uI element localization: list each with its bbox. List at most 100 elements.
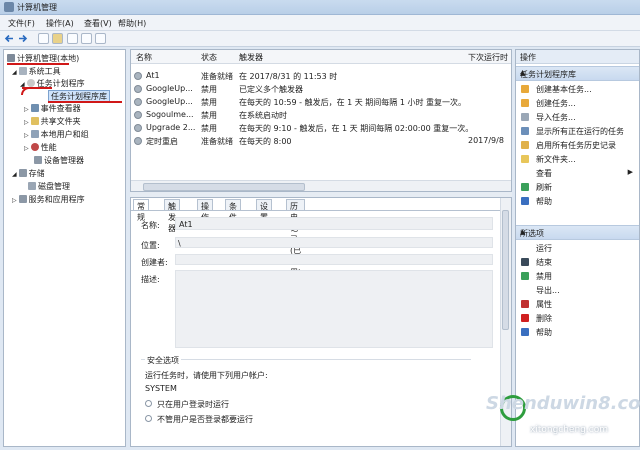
- running-tasks-icon: [521, 127, 529, 135]
- scrollbar-thumb[interactable]: [502, 210, 509, 330]
- help-toolbar-icon[interactable]: [81, 33, 92, 44]
- radio-run-when-logged-on-label: 只在用户登录时运行: [157, 400, 229, 409]
- column-header-next-run[interactable]: 下次运行时: [468, 52, 508, 63]
- table-row[interactable]: 定时重启 准备就绪 在每天的 8:00 2017/9/8: [131, 135, 511, 147]
- watermark-main: Shenduwin8.com: [486, 393, 640, 414]
- title-bar: 计算机管理: [0, 0, 640, 15]
- event-viewer-icon: [30, 104, 39, 112]
- radio-run-when-logged-on[interactable]: [145, 400, 152, 407]
- security-options-section: [141, 359, 471, 360]
- radio-run-whether-logged-on-label: 不管用户是否登录都要运行: [157, 415, 253, 424]
- table-row[interactable]: At1 准备就绪 在 2017/8/31 的 11:53 时: [131, 70, 511, 82]
- action-item-export[interactable]: 导出...: [516, 284, 639, 296]
- actions-header: 操作: [516, 50, 639, 64]
- tab-settings[interactable]: 设置: [256, 199, 272, 222]
- action-item-view[interactable]: 查看 ▶: [516, 167, 639, 179]
- menu-action[interactable]: 操作(A): [46, 18, 74, 29]
- action-item-new-folder[interactable]: 新文件夹...: [516, 153, 639, 165]
- navigation-tree: 计算机管理(本地) ◢ 系统工具 ◢ 任务计划程序 任务计划程序库 ▷ 事件查看器 ▷…: [3, 49, 126, 447]
- action-item-label: 创建任务...: [536, 99, 576, 108]
- column-header-name[interactable]: 名称: [136, 52, 152, 63]
- action-item-running-tasks[interactable]: 显示所有正在运行的任务: [516, 125, 639, 137]
- name-field[interactable]: At1: [175, 217, 493, 230]
- collapse-icon[interactable]: ▲: [520, 228, 634, 236]
- toolbar: [0, 31, 640, 47]
- action-item-run[interactable]: 运行: [516, 242, 639, 254]
- tab-actions[interactable]: 操作: [197, 199, 213, 222]
- action-item-label: 新文件夹...: [536, 155, 576, 164]
- menu-view[interactable]: 查看(V): [84, 18, 112, 29]
- action-item-label: 启用所有任务历史记录: [536, 141, 616, 150]
- show-hide-tree-icon[interactable]: [52, 33, 63, 44]
- task-icon: [134, 85, 142, 93]
- action-item-label: 帮助: [536, 197, 552, 206]
- table-row[interactable]: GoogleUp... 禁用 已定义多个触发器: [131, 83, 511, 95]
- horizontal-scrollbar[interactable]: [131, 180, 511, 191]
- create-task-icon: [521, 99, 529, 107]
- action-item-label: 显示所有正在运行的任务: [536, 127, 624, 136]
- action-item-refresh[interactable]: 刷新: [516, 181, 639, 193]
- tree-item-event-viewer[interactable]: ▷ 事件查看器: [24, 103, 81, 114]
- scrollbar-thumb[interactable]: [143, 183, 305, 191]
- export-icon: [521, 286, 529, 294]
- collapse-icon[interactable]: ▲: [520, 69, 634, 77]
- back-icon[interactable]: [4, 33, 15, 44]
- action-item-create-basic-task[interactable]: 创建基本任务...: [516, 83, 639, 95]
- table-row[interactable]: Upgrade 2... 禁用 在每天的 9:10 - 触发后，在 1 天 期间…: [131, 122, 511, 134]
- author-field[interactable]: [175, 254, 493, 265]
- location-field[interactable]: \: [175, 237, 493, 248]
- menu-help[interactable]: 帮助(H): [118, 18, 146, 29]
- forward-icon[interactable]: [17, 33, 28, 44]
- actions-group-library[interactable]: 任务计划程序库 ▲: [516, 66, 639, 81]
- action-item-help[interactable]: 帮助: [516, 326, 639, 338]
- action-item-history[interactable]: 启用所有任务历史记录: [516, 139, 639, 151]
- action-item-end[interactable]: 结束: [516, 256, 639, 268]
- action-item-label: 导入任务...: [536, 113, 576, 122]
- action-item-import-task[interactable]: 导入任务...: [516, 111, 639, 123]
- tab-history[interactable]: 历史记录(已禁用): [286, 199, 306, 277]
- action-item-properties[interactable]: 属性: [516, 298, 639, 310]
- computer-icon: [7, 54, 15, 62]
- action-item-label: 删除: [536, 314, 552, 323]
- tree-item-performance[interactable]: ▷ 性能: [24, 142, 57, 153]
- tree-item-storage[interactable]: ◢ 存储: [12, 168, 45, 179]
- tab-triggers[interactable]: 触发器: [164, 199, 180, 233]
- task-detail-pane: 常规 触发器 操作 条件 设置 历史记录(已禁用) 名称: At1 位置: \ …: [130, 197, 512, 447]
- tree-item-disk-management[interactable]: 磁盘管理: [28, 181, 70, 192]
- action-item-label: 查看: [536, 169, 552, 178]
- action-item-delete[interactable]: 删除: [516, 312, 639, 324]
- tree-item-system-tools[interactable]: ◢ 系统工具: [12, 66, 61, 77]
- security-options-title: 安全选项: [145, 355, 181, 366]
- description-field[interactable]: [175, 270, 493, 348]
- properties-icon: [521, 300, 529, 308]
- tree-item-device-manager[interactable]: 设备管理器: [34, 155, 84, 166]
- menu-file[interactable]: 文件(F): [8, 18, 35, 29]
- action-item-label: 属性: [536, 300, 552, 309]
- column-header-trigger[interactable]: 触发器: [239, 52, 263, 63]
- action-item-disable[interactable]: 禁用: [516, 270, 639, 282]
- services-icon: [18, 195, 27, 203]
- actions-group-selected[interactable]: 所选项 ▲: [516, 225, 639, 240]
- tab-general[interactable]: 常规: [133, 199, 149, 222]
- action-item-help[interactable]: 帮助: [516, 195, 639, 207]
- column-header-status[interactable]: 状态: [201, 52, 217, 63]
- up-folder-icon[interactable]: [38, 33, 49, 44]
- radio-run-whether-logged-on[interactable]: [145, 415, 152, 422]
- properties-icon[interactable]: [67, 33, 78, 44]
- tree-item-shared-folders[interactable]: ▷ 共享文件夹: [24, 116, 81, 127]
- table-row[interactable]: Sogoulme... 禁用 在系统启动时: [131, 109, 511, 121]
- tab-conditions[interactable]: 条件: [225, 199, 241, 222]
- tree-item-local-users[interactable]: ▷ 本地用户和组: [24, 129, 89, 140]
- performance-icon: [30, 143, 39, 151]
- history-icon: [521, 141, 529, 149]
- delete-icon: [521, 314, 529, 322]
- watermark: Shenduwin8.com xitongcheng.com: [470, 385, 640, 450]
- watermark-sub: xitongcheng.com: [530, 425, 608, 435]
- name-label: 名称:: [141, 221, 160, 230]
- task-icon: [134, 124, 142, 132]
- action-item-create-task[interactable]: 创建任务...: [516, 97, 639, 109]
- tree-item-services-apps[interactable]: ▷ 服务和应用程序: [12, 194, 85, 205]
- table-row[interactable]: GoogleUp... 禁用 在每天的 10:59 - 触发后，在 1 天 期间…: [131, 96, 511, 108]
- computer-management-icon: [4, 2, 14, 12]
- show-action-pane-icon[interactable]: [95, 33, 106, 44]
